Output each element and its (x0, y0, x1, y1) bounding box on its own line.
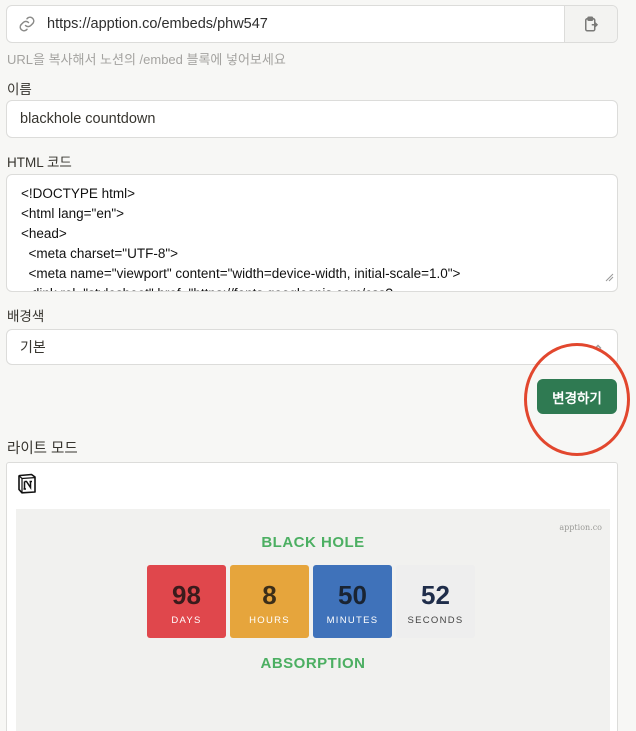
hours-label: HOURS (249, 615, 290, 626)
code-line: <head> (21, 226, 67, 241)
seconds-tile: 52 SECONDS (396, 565, 475, 638)
name-label: 이름 (7, 82, 32, 97)
code-line: <link rel="stylesheet" href="https://fon… (21, 284, 603, 291)
embed-hint-text: URL을 복사해서 노션의 /embed 블록에 넣어보세요 (7, 52, 286, 67)
countdown-title: BLACK HOLE (261, 534, 365, 551)
code-line: <meta charset="UTF-8"> (21, 246, 179, 261)
embed-url-field[interactable]: https://apption.co/embeds/phw547 (6, 5, 618, 43)
code-line: <!DOCTYPE html> (21, 186, 136, 201)
countdown-tiles: 98 DAYS 8 HOURS 50 MINUTES 52 SECONDS (147, 565, 475, 638)
light-mode-label: 라이트 모드 (7, 441, 78, 457)
code-line: <meta name="viewport" content="width=dev… (21, 266, 461, 281)
name-input[interactable]: blackhole countdown (6, 100, 618, 138)
link-icon (7, 15, 47, 33)
countdown-widget: apption.co BLACK HOLE 98 DAYS 8 HOURS 50… (16, 509, 610, 731)
seconds-value: 52 (421, 580, 450, 610)
annotation-circle (524, 343, 630, 456)
notion-logo-icon (17, 473, 37, 499)
hours-value: 8 (262, 580, 277, 610)
background-color-label: 배경색 (7, 309, 45, 324)
minutes-value: 50 (338, 580, 367, 610)
background-color-select[interactable]: 기본 (6, 329, 618, 365)
minutes-label: MINUTES (326, 615, 379, 626)
brand-watermark: apption.co (559, 523, 602, 532)
embed-url-text[interactable]: https://apption.co/embeds/phw547 (47, 16, 564, 32)
code-line: <html lang="en"> (21, 206, 125, 221)
resize-grip-icon[interactable] (605, 268, 614, 288)
background-color-value: 기본 (20, 339, 46, 355)
days-value: 98 (172, 580, 201, 610)
minutes-tile: 50 MINUTES (313, 565, 392, 638)
html-code-label: HTML 코드 (7, 155, 72, 170)
days-label: DAYS (171, 615, 202, 626)
hours-tile: 8 HOURS (230, 565, 309, 638)
name-input-value[interactable]: blackhole countdown (20, 111, 155, 127)
days-tile: 98 DAYS (147, 565, 226, 638)
copy-url-button[interactable] (564, 6, 617, 42)
html-code-textarea[interactable]: <!DOCTYPE html> <html lang="en"> <head> … (6, 174, 618, 292)
countdown-subtitle: ABSORPTION (260, 655, 366, 672)
clipboard-icon (585, 16, 599, 32)
embed-preview: apption.co BLACK HOLE 98 DAYS 8 HOURS 50… (6, 462, 618, 731)
seconds-label: SECONDS (407, 615, 464, 626)
